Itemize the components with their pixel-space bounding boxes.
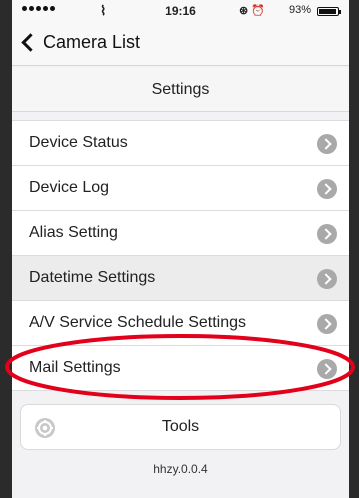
gear-icon (35, 418, 55, 438)
menu-item-av-service-schedule[interactable]: A/V Service Schedule Settings (12, 301, 349, 346)
menu-item-label: Datetime Settings (29, 269, 156, 286)
menu-item-label: Alias Setting (29, 224, 118, 241)
chevron-left-icon (21, 33, 40, 52)
menu-item-label: A/V Service Schedule Settings (29, 314, 247, 331)
menu-item-mail-settings[interactable]: Mail Settings (12, 346, 349, 391)
frame-edge-right (349, 0, 359, 498)
page-title: Settings (12, 67, 349, 112)
menu-item-datetime-settings[interactable]: Datetime Settings (12, 256, 349, 301)
menu-item-alias-setting[interactable]: Alias Setting (12, 211, 349, 256)
chevron-right-icon (317, 224, 337, 244)
chevron-right-icon (317, 314, 337, 334)
chevron-right-icon (317, 359, 337, 379)
battery-icon (317, 7, 341, 16)
app-version: hhzy.0.0.4 (153, 462, 208, 476)
alarm-lock-icons: ⊛ ⏰ (239, 5, 265, 17)
phone-frame: ⌇ 19:16 ⊛ ⏰ 93% Camera List Settings Dev… (0, 0, 359, 498)
tools-label: Tools (161, 418, 200, 435)
settings-list: Device Status Device Log Alias Setting D… (12, 120, 349, 391)
back-button-label: Camera List (43, 32, 141, 52)
menu-item-label: Mail Settings (29, 359, 121, 376)
app-screen: ⌇ 19:16 ⊛ ⏰ 93% Camera List Settings Dev… (12, 0, 349, 498)
navigation-bar: Camera List (12, 22, 349, 66)
back-button[interactable]: Camera List (20, 32, 140, 53)
menu-item-label: Device Status (29, 134, 128, 151)
frame-edge-left (0, 0, 12, 498)
battery-percent: 93% (288, 4, 311, 16)
chevron-right-icon (317, 269, 337, 289)
menu-item-device-log[interactable]: Device Log (12, 166, 349, 211)
menu-item-label: Device Log (29, 179, 110, 196)
status-bar: ⌇ 19:16 ⊛ ⏰ 93% (12, 0, 349, 22)
tools-button[interactable]: Tools (20, 404, 341, 450)
chevron-right-icon (317, 179, 337, 199)
chevron-right-icon (317, 134, 337, 154)
menu-item-device-status[interactable]: Device Status (12, 121, 349, 166)
